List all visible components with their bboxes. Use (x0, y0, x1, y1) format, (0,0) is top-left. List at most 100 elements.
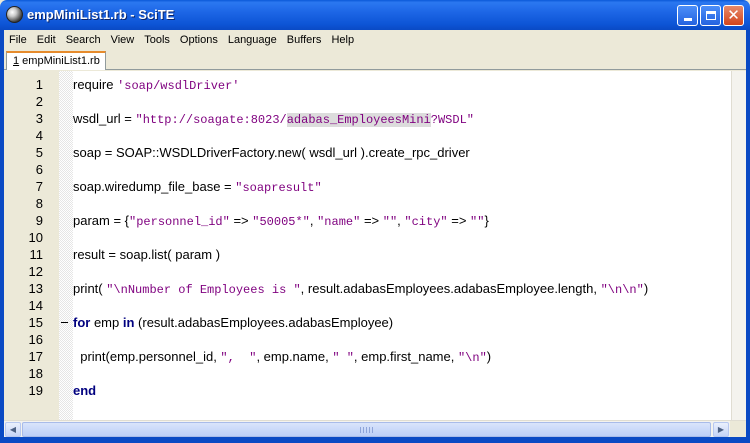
line-number: 6 (35, 162, 43, 177)
scroll-right-button[interactable]: ▶ (713, 422, 729, 437)
code-token: , emp.first_name, (353, 349, 458, 364)
menu-language[interactable]: Language (223, 34, 282, 46)
line-number: 1 (35, 77, 43, 92)
keyword: for (73, 315, 91, 330)
menu-file[interactable]: File (4, 34, 32, 46)
string-literal: "\nNumber of Employees is " (106, 283, 301, 297)
line-number: 4 (35, 128, 43, 143)
code-line: 3 wsdl_url = "http://soagate:8023/adabas… (4, 110, 729, 127)
line-number: 13 (28, 281, 43, 296)
line-number: 12 (28, 264, 43, 279)
window-title: empMiniList1.rb - SciTE (27, 7, 175, 22)
code-line: 5 soap = SOAP::WSDLDriverFactory.new( ws… (4, 144, 729, 161)
code-line: 11 result = soap.list( param ) (4, 246, 729, 263)
string-literal: ?WSDL" (430, 113, 474, 127)
menu-bar: File Edit Search View Tools Options Lang… (4, 30, 746, 49)
maximize-icon (705, 11, 716, 20)
string-literal: "" (470, 215, 485, 229)
code-token: (result.adabasEmployees.adabasEmployee) (134, 315, 394, 330)
fold-collapse-icon[interactable] (61, 322, 68, 323)
window-border-left (0, 30, 4, 443)
code-token: } (484, 213, 489, 228)
horizontal-scroll-thumb[interactable] (22, 422, 711, 437)
size-grip[interactable] (730, 421, 746, 438)
code-text: end (73, 382, 96, 399)
menu-options[interactable]: Options (175, 34, 223, 46)
close-icon: ✕ (727, 6, 740, 24)
line-number: 17 (28, 349, 43, 364)
string-literal: " " (332, 351, 354, 365)
line-number: 19 (28, 383, 43, 398)
code-line: 9 param = {"personnel_id" => "50005*", "… (4, 212, 729, 229)
code-line: 18 (4, 365, 729, 382)
string-literal: "city" (404, 215, 448, 229)
code-line: 2 (4, 93, 729, 110)
string-literal: "\n" (457, 351, 487, 365)
grip-icon (360, 427, 374, 433)
line-number: 18 (28, 366, 43, 381)
keyword: end (73, 383, 97, 398)
tab-empminilist1[interactable]: 1 empMiniList1.rb (6, 51, 106, 70)
code-editor[interactable]: 1 require 'soap/wsdlDriver' 2 3 wsdl_url… (4, 71, 746, 420)
menu-help[interactable]: Help (326, 34, 359, 46)
minimize-button[interactable] (677, 5, 698, 26)
window-border-bottom (0, 437, 750, 443)
string-literal: "soapresult" (235, 181, 322, 195)
minimize-icon (683, 18, 692, 21)
code-line: 8 (4, 195, 729, 212)
code-token: ) (643, 281, 649, 296)
code-text: for emp in (result.adabasEmployees.adaba… (73, 314, 393, 331)
string-literal: "name" (317, 215, 361, 229)
menu-edit[interactable]: Edit (32, 34, 61, 46)
string-literal: 'soap/wsdlDriver' (117, 79, 240, 93)
code-line: 1 require 'soap/wsdlDriver' (4, 76, 729, 93)
close-button[interactable]: ✕ (723, 5, 744, 26)
code-line: 7 soap.wiredump_file_base = "soapresult" (4, 178, 729, 195)
line-number: 3 (35, 111, 43, 126)
code-line: 19 end (4, 382, 729, 399)
tab-label: empMiniList1.rb (19, 55, 100, 67)
code-token: emp (90, 315, 123, 330)
code-token: , result.adabasEmployees.adabasEmployee.… (300, 281, 601, 296)
code-line: 4 (4, 127, 729, 144)
code-line: 16 (4, 331, 729, 348)
string-literal: "http://soagate:8023/ (135, 113, 287, 127)
code-line: 10 (4, 229, 729, 246)
line-number: 9 (35, 213, 43, 228)
code-token: => (229, 213, 253, 228)
line-number: 15 (28, 315, 43, 330)
string-literal: "\n\n" (600, 283, 644, 297)
keyword: in (122, 315, 135, 330)
maximize-button[interactable] (700, 5, 721, 26)
menu-search[interactable]: Search (61, 34, 106, 46)
arrow-right-icon: ▶ (717, 425, 725, 434)
buffer-tab-strip: 1 empMiniList1.rb (4, 49, 746, 70)
scroll-left-button[interactable]: ◀ (5, 422, 21, 437)
code-line: 15 for emp in (result.adabasEmployees.ad… (4, 314, 729, 331)
code-token: soap.wiredump_file_base = (73, 179, 236, 194)
code-token: param = { (73, 213, 130, 228)
menu-tools[interactable]: Tools (139, 34, 175, 46)
line-number: 5 (35, 145, 43, 160)
code-token: wsdl_url = (73, 111, 136, 126)
arrow-left-icon: ◀ (9, 425, 17, 434)
code-line: 14 (4, 297, 729, 314)
menu-view[interactable]: View (106, 34, 140, 46)
line-number: 16 (28, 332, 43, 347)
code-line: 12 (4, 263, 729, 280)
vertical-scrollbar[interactable] (731, 71, 746, 420)
code-token: print( (73, 281, 107, 296)
line-number: 8 (35, 196, 43, 211)
code-token: => (447, 213, 471, 228)
code-line: 13 print( "\nNumber of Employees is ", r… (4, 280, 729, 297)
line-number: 2 (35, 94, 43, 109)
menu-buffers[interactable]: Buffers (282, 34, 327, 46)
code-token: print(emp.personnel_id, (73, 349, 221, 364)
title-bar[interactable]: empMiniList1.rb - SciTE ✕ (0, 0, 750, 30)
line-number: 7 (35, 179, 43, 194)
window-border-right (746, 30, 750, 443)
horizontal-scrollbar[interactable]: ◀ ▶ (4, 420, 746, 438)
line-number: 10 (28, 230, 43, 245)
code-token: , emp.name, (256, 349, 333, 364)
scite-app-icon[interactable] (6, 6, 23, 23)
